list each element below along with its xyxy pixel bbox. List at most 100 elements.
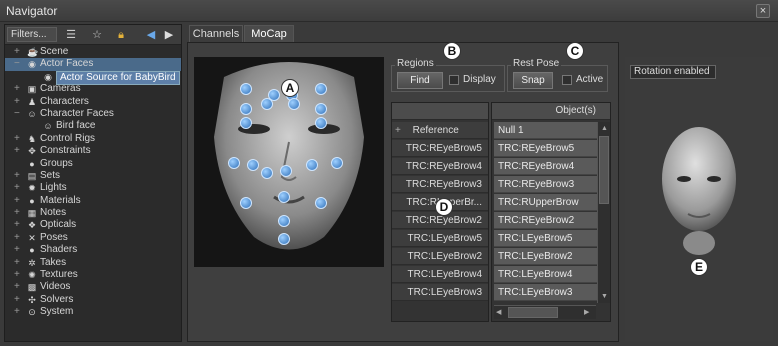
face-marker-icon[interactable] <box>315 197 327 209</box>
expand-toggle-icon[interactable]: + <box>14 269 22 281</box>
face-marker-icon[interactable] <box>280 165 292 177</box>
face-marker-icon[interactable] <box>278 215 290 227</box>
face-marker-icon[interactable] <box>228 157 240 169</box>
expand-toggle-icon[interactable]: + <box>14 306 22 318</box>
face-marker-icon[interactable] <box>315 117 327 129</box>
tree-item[interactable]: + ✺ Textures <box>5 269 181 281</box>
expand-toggle-icon[interactable]: + <box>14 219 22 231</box>
expand-toggle-icon[interactable]: + <box>14 145 22 157</box>
active-checkbox[interactable] <box>562 75 572 85</box>
reference-row[interactable]: + Reference <box>392 122 488 139</box>
object-list-item[interactable]: TRC:LEyeBrow2 <box>494 248 598 265</box>
expand-toggle-icon[interactable]: − <box>14 108 22 120</box>
face-marker-icon[interactable] <box>247 159 259 171</box>
tree-item[interactable]: ● Groups <box>5 158 181 170</box>
lock-icon[interactable]: 🔒︎ <box>113 27 129 43</box>
expand-toggle-icon[interactable]: + <box>14 96 22 108</box>
tree-item[interactable]: + ☕ Scene <box>5 46 181 58</box>
face-marker-icon[interactable] <box>315 103 327 115</box>
object-list-item[interactable]: TRC:REyeBrow4 <box>494 158 598 175</box>
object-list-item[interactable]: TRC:REyeBrow5 <box>494 140 598 157</box>
model-list-item[interactable]: TRC:LEyeBrow3 <box>392 284 488 301</box>
expand-toggle-icon[interactable]: + <box>14 294 22 306</box>
scroll-up-icon[interactable]: ▲ <box>600 124 609 133</box>
tree-item[interactable]: − ◉ Actor Faces <box>5 58 181 71</box>
expand-toggle-icon[interactable]: + <box>14 281 22 293</box>
object-list-item[interactable]: TRC:LEyeBrow4 <box>494 266 598 283</box>
head-preview-panel[interactable] <box>625 57 773 341</box>
expand-toggle-icon[interactable]: + <box>14 195 22 207</box>
tree-item[interactable]: + ● Shaders <box>5 244 181 256</box>
object-list-item[interactable]: TRC:REyeBrow3 <box>494 176 598 193</box>
face-marker-icon[interactable] <box>261 98 273 110</box>
filters-button[interactable]: Filters... <box>7 27 57 42</box>
expand-toggle-icon[interactable]: + <box>14 133 22 145</box>
model-list-item[interactable]: TRC:REyeBrow5 <box>392 140 488 157</box>
face-marker-icon[interactable] <box>278 233 290 245</box>
forward-arrow-icon[interactable]: ▶ <box>161 27 177 43</box>
tree-item[interactable]: + ✲ Takes <box>5 257 181 269</box>
face-marker-icon[interactable] <box>240 103 252 115</box>
tab-channels[interactable]: Channels <box>189 25 243 43</box>
object-list-item[interactable]: TRC:RUpperBrow <box>494 194 598 211</box>
model-list-item[interactable]: TRC:LEyeBrow5 <box>392 230 488 247</box>
tree-item[interactable]: ◉ Actor Source for BabyBird <box>5 70 181 85</box>
scroll-left-icon[interactable]: ◀ <box>496 308 505 317</box>
tree-item[interactable]: − ☺ Character Faces <box>5 108 181 120</box>
tab-mocap[interactable]: MoCap <box>244 25 294 43</box>
face-marker-icon[interactable] <box>288 98 300 110</box>
face-marker-icon[interactable] <box>240 117 252 129</box>
find-button[interactable]: Find <box>397 72 443 89</box>
face-marker-icon[interactable] <box>261 167 273 179</box>
face-marker-icon[interactable] <box>315 83 327 95</box>
tree-item[interactable]: + ✥ Constraints <box>5 145 181 157</box>
expand-toggle-icon[interactable]: − <box>14 58 22 70</box>
face-marker-icon[interactable] <box>240 197 252 209</box>
scroll-right-icon[interactable]: ▶ <box>584 308 593 317</box>
vertical-scrollbar[interactable]: ▲ ▼ <box>597 122 610 303</box>
tree-item[interactable]: + ✕ Poses <box>5 232 181 244</box>
horizontal-scrollbar[interactable]: ◀ ▶ <box>494 305 596 319</box>
model-list-item[interactable]: TRC:LEyeBrow2 <box>392 248 488 265</box>
expand-toggle-icon[interactable]: + <box>14 257 22 269</box>
model-list-item[interactable]: TRC:LEyeBrow4 <box>392 266 488 283</box>
expand-toggle-icon[interactable]: + <box>14 46 22 58</box>
reference-object-cell[interactable]: Null 1 <box>494 122 598 139</box>
model-list-item[interactable]: TRC:REyeBrow4 <box>392 158 488 175</box>
face-marker-icon[interactable] <box>240 83 252 95</box>
tree-item[interactable]: + ▤ Sets <box>5 170 181 182</box>
model-list-item[interactable]: TRC:REyeBrow3 <box>392 176 488 193</box>
snap-button[interactable]: Snap <box>513 72 553 89</box>
tree-item[interactable]: + ▩ Videos <box>5 281 181 293</box>
expand-toggle-icon[interactable]: + <box>14 207 22 219</box>
tree-item[interactable]: + ▦ Notes <box>5 207 181 219</box>
tree-item[interactable]: + ⊙ System <box>5 306 181 318</box>
tree-item[interactable]: ☺ Bird face <box>5 120 181 132</box>
expand-toggle-icon[interactable]: + <box>14 83 22 95</box>
face-marker-icon[interactable] <box>331 157 343 169</box>
expand-toggle-icon[interactable]: + <box>14 182 22 194</box>
tree-item[interactable]: + ▣ Cameras <box>5 83 181 95</box>
face-marker-icon[interactable] <box>278 191 290 203</box>
close-icon[interactable]: × <box>756 4 770 18</box>
object-list-item[interactable]: TRC:LEyeBrow5 <box>494 230 598 247</box>
expand-toggle-icon[interactable]: + <box>14 232 22 244</box>
scroll-thumb[interactable] <box>599 136 609 204</box>
object-list-item[interactable]: TRC:REyeBrow2 <box>494 212 598 229</box>
tree-item[interactable]: + ● Materials <box>5 195 181 207</box>
horizontal-scroll-thumb[interactable] <box>508 307 558 318</box>
tree-item[interactable]: + ♞ Control Rigs <box>5 133 181 145</box>
expand-toggle-icon[interactable]: + <box>14 170 22 182</box>
tree-item[interactable]: + ❖ Opticals <box>5 219 181 231</box>
tree-item[interactable]: + ✣ Solvers <box>5 294 181 306</box>
tree-item[interactable]: + ✹ Lights <box>5 182 181 194</box>
scroll-down-icon[interactable]: ▼ <box>600 292 609 301</box>
back-arrow-icon[interactable]: ◀ <box>143 27 159 43</box>
tree-item[interactable]: + ♟ Characters <box>5 96 181 108</box>
expand-toggle-icon[interactable]: + <box>14 244 22 256</box>
list-view-icon[interactable]: ☰ <box>63 27 79 43</box>
sort-filter-icon[interactable]: ☆ <box>89 27 105 43</box>
face-marker-icon[interactable] <box>306 159 318 171</box>
display-checkbox[interactable] <box>449 75 459 85</box>
object-list-item[interactable]: TRC:LEyeBrow3 <box>494 284 598 301</box>
